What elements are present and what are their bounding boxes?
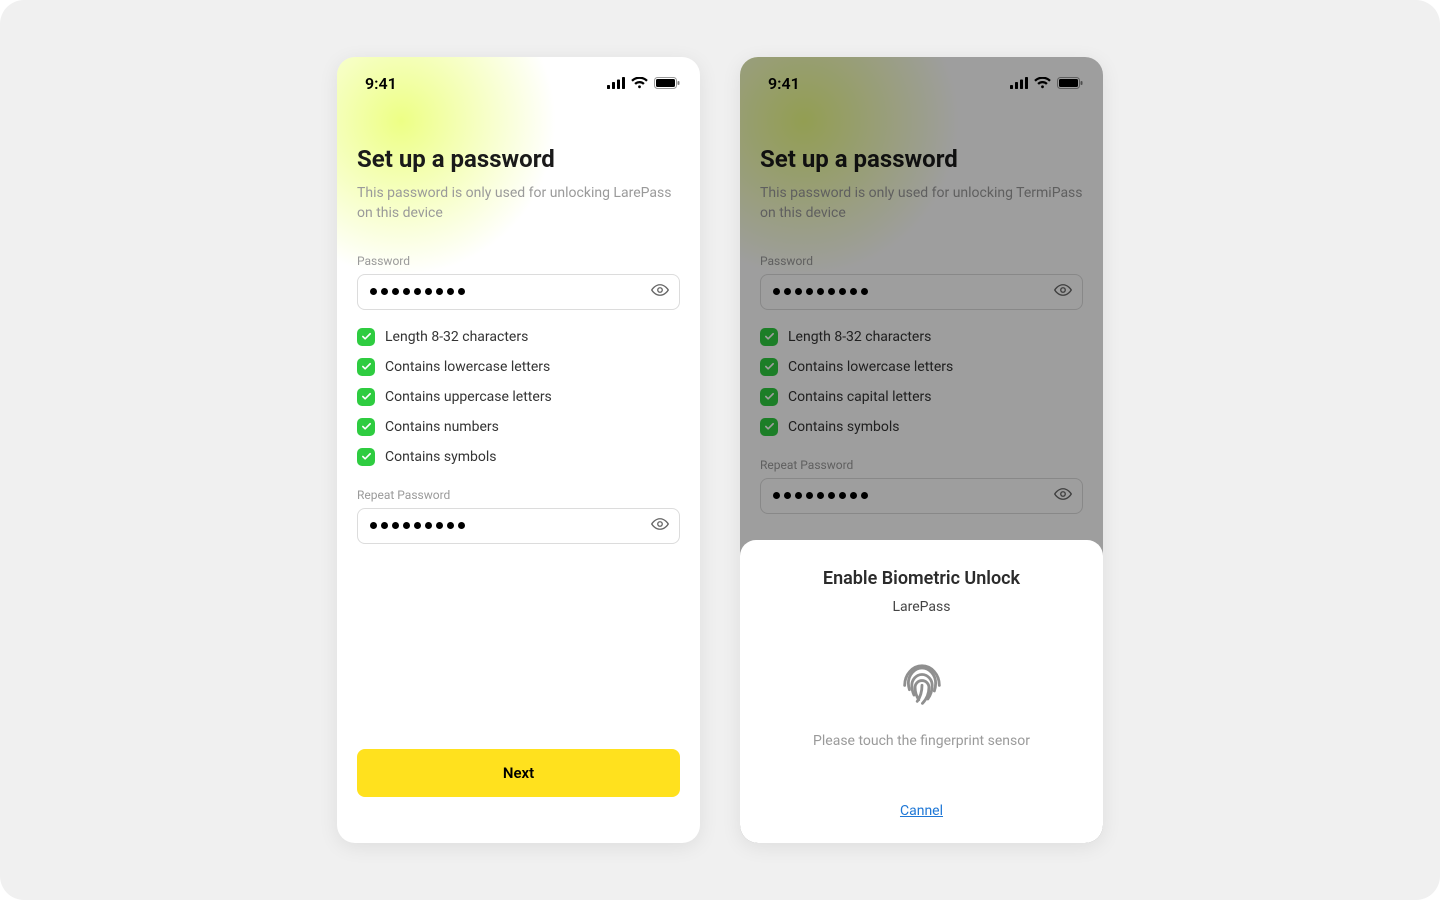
- sheet-message: Please touch the fingerprint sensor: [764, 733, 1079, 749]
- page-subtitle: This password is only used for unlocking…: [357, 183, 680, 224]
- fingerprint-icon[interactable]: [896, 655, 948, 707]
- sheet-app-name: LarePass: [764, 599, 1079, 615]
- phone-left: 9:41 Set up a password This password is …: [337, 57, 700, 843]
- content-left: Set up a password This password is only …: [337, 145, 700, 544]
- check-icon: [357, 418, 375, 436]
- rule-text: Length 8-32 characters: [385, 329, 528, 345]
- check-icon: [357, 328, 375, 346]
- password-label: Password: [357, 254, 680, 268]
- rule-text: Contains uppercase letters: [385, 389, 552, 405]
- rule-text: Contains numbers: [385, 419, 499, 435]
- status-time: 9:41: [365, 74, 397, 93]
- biometric-sheet: Enable Biometric Unlock LarePass Please …: [740, 540, 1103, 843]
- next-button[interactable]: Next: [357, 749, 680, 797]
- check-icon: [357, 388, 375, 406]
- status-bar: 9:41: [337, 57, 700, 101]
- wifi-icon: [631, 77, 648, 89]
- rule-text: Contains lowercase letters: [385, 359, 550, 375]
- password-rule: Contains lowercase letters: [357, 358, 680, 376]
- signal-icon: [607, 77, 625, 89]
- password-rules: Length 8-32 characters Contains lowercase…: [357, 328, 680, 466]
- phone-right: 9:41 Set up a password This password is …: [740, 57, 1103, 843]
- repeat-password-label: Repeat Password: [357, 488, 680, 502]
- battery-icon: [654, 77, 680, 89]
- sheet-title: Enable Biometric Unlock: [764, 568, 1079, 589]
- eye-icon[interactable]: [651, 515, 669, 537]
- password-dots: [370, 288, 465, 295]
- password-rule: Contains numbers: [357, 418, 680, 436]
- password-rule: Contains symbols: [357, 448, 680, 466]
- stage: 9:41 Set up a password This password is …: [0, 0, 1440, 900]
- repeat-password-dots: [370, 522, 465, 529]
- cancel-link[interactable]: Cannel: [764, 803, 1079, 819]
- password-rule: Contains uppercase letters: [357, 388, 680, 406]
- page-title: Set up a password: [357, 145, 680, 173]
- rule-text: Contains symbols: [385, 449, 496, 465]
- eye-icon[interactable]: [651, 281, 669, 303]
- check-icon: [357, 448, 375, 466]
- check-icon: [357, 358, 375, 376]
- password-input[interactable]: [357, 274, 680, 310]
- password-rule: Length 8-32 characters: [357, 328, 680, 346]
- repeat-password-input[interactable]: [357, 508, 680, 544]
- status-icons: [607, 77, 680, 89]
